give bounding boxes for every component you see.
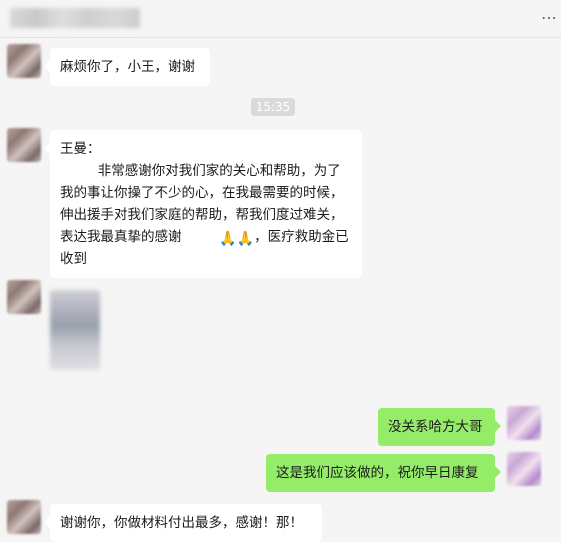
avatar-self[interactable] (507, 406, 541, 440)
message-text: 谢谢你，你做材料付出最多，感谢！那！ (60, 515, 303, 531)
message-greeting: 王曼： (60, 141, 101, 157)
more-options-icon[interactable]: ⋯ (539, 10, 559, 26)
avatar-contact[interactable] (7, 280, 41, 314)
avatar-contact[interactable] (7, 128, 41, 162)
message-text: 没关系哈方大哥 (388, 419, 483, 435)
message-bubble-sent: 没关系哈方大哥 (378, 408, 501, 446)
avatar-contact[interactable] (7, 500, 41, 534)
message-text: 麻烦你了，小王，谢谢 (60, 59, 195, 75)
avatar-contact[interactable] (7, 44, 41, 78)
message-image-blurred[interactable] (50, 290, 100, 370)
message-bubble-received: 谢谢你，你做材料付出最多，感谢！那！ (44, 504, 322, 542)
message-bubble-received: 王曼： 非常感谢你对我们家的关心和帮助，为了我的事让你操了不少的心，在我最需要的… (44, 130, 362, 278)
chat-header: ⋯ (0, 0, 561, 38)
message-bubble-sent: 这是我们应该做的，祝你早日康复 (266, 454, 501, 492)
avatar-self[interactable] (507, 452, 541, 486)
pray-emoji-icon: 🙏🙏 (219, 231, 255, 247)
message-text: 这是我们应该做的，祝你早日康复 (276, 465, 479, 481)
chat-title-blurred (10, 8, 140, 28)
message-body: 非常感谢你对我们家的关心和帮助，为了我的事让你操了不少的心，在我最需要的时候，伸… (60, 160, 352, 270)
timestamp-divider: 15:35 (251, 98, 295, 116)
message-bubble-received: 麻烦你了，小王，谢谢 (44, 48, 210, 86)
